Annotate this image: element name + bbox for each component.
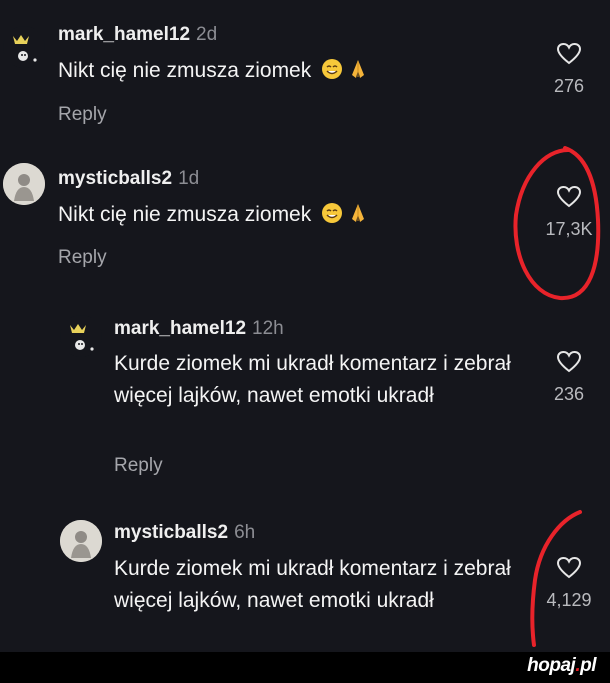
like-count: 4,129 <box>546 590 592 610</box>
comment-text: Kurde ziomek mi ukradł komentarz i zebra… <box>114 557 511 612</box>
smiling-face-emoji <box>321 202 343 234</box>
like-button[interactable]: 236 <box>534 350 604 405</box>
folded-hands-emoji <box>347 202 369 234</box>
avatar[interactable] <box>3 26 45 68</box>
username[interactable]: mark_hamel12 2d <box>58 24 217 46</box>
like-count: 17,3K <box>545 219 593 239</box>
smiling-face-emoji <box>321 58 343 90</box>
reply-button[interactable]: Reply <box>58 104 107 126</box>
heart-outline-icon <box>556 350 582 373</box>
heart-outline-icon <box>556 42 582 65</box>
avatar[interactable] <box>60 520 102 562</box>
like-button[interactable]: 276 <box>534 42 604 97</box>
folded-hands-emoji <box>347 58 369 90</box>
timestamp: 2d <box>196 24 218 45</box>
comment-text: Nikt cię nie zmusza ziomek <box>58 199 518 234</box>
comment-item: mysticballs2 6h Kurde ziomek mi ukradł ko… <box>0 500 610 652</box>
username[interactable]: mysticballs2 6h <box>114 522 255 544</box>
timestamp: 12h <box>252 318 284 339</box>
reply-button[interactable]: Reply <box>58 247 107 269</box>
like-button[interactable]: 17,3K <box>534 185 604 240</box>
username[interactable]: mysticballs2 1d <box>58 168 199 190</box>
timestamp: 6h <box>234 522 256 543</box>
like-button[interactable]: 4,129 <box>534 556 604 611</box>
watermark-logo: hopaj.pl <box>527 655 596 676</box>
avatar[interactable] <box>3 163 45 205</box>
heart-outline-icon <box>556 556 582 579</box>
heart-outline-icon <box>556 185 582 208</box>
comment-item: mysticballs2 1d Nikt cię nie zmusza ziome… <box>0 140 610 290</box>
reply-button[interactable]: Reply <box>114 455 163 477</box>
comment-text: Kurde ziomek mi ukradł komentarz i zebra… <box>114 352 511 407</box>
like-count: 236 <box>553 384 585 404</box>
username[interactable]: mark_hamel12 12h <box>114 318 284 340</box>
comment-text: Nikt cię nie zmusza ziomek <box>58 55 518 90</box>
watermark-bar: hopaj.pl <box>0 652 610 683</box>
avatar[interactable] <box>60 315 102 357</box>
timestamp: 1d <box>178 168 200 189</box>
comment-item: mark_hamel12 2d Nikt cię nie zmusza ziome… <box>0 0 610 140</box>
comment-item: mark_hamel12 12h Kurde ziomek mi ukradł k… <box>0 290 610 500</box>
like-count: 276 <box>553 76 585 96</box>
